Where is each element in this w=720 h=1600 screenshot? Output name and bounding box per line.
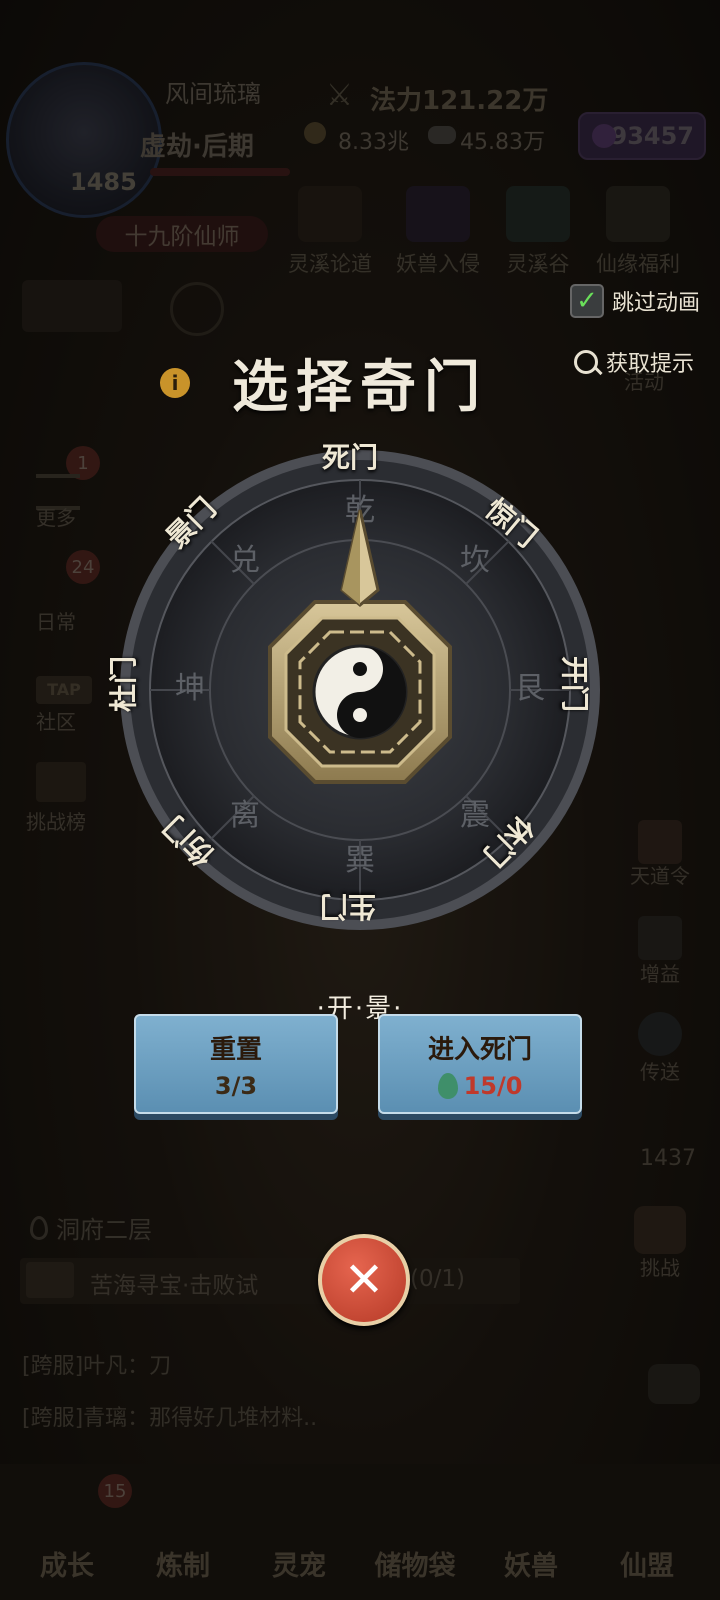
trigram-label: 坤	[175, 671, 205, 706]
close-button[interactable]: ✕	[318, 1234, 410, 1326]
trigram-label: 离	[230, 798, 260, 833]
gate-life[interactable]: 生门	[320, 888, 376, 928]
magnifier-icon	[574, 350, 603, 376]
trigram-label: 巽	[345, 843, 375, 878]
enter-gate-button[interactable]: 进入死门 15/0	[378, 1014, 582, 1114]
checkbox-check-icon[interactable]: ✓	[570, 284, 604, 318]
enter-cost: 15/0	[463, 1071, 523, 1100]
gate-death[interactable]: 死门	[322, 436, 378, 476]
enter-gate-label: 进入死门	[427, 1034, 532, 1065]
trigram-label: 艮	[515, 671, 545, 706]
gate-block[interactable]: 杜门	[102, 656, 142, 712]
get-hint-label: 获取提示	[606, 352, 695, 377]
spirit-flame-icon	[437, 1072, 458, 1099]
reset-button[interactable]: 重置 3/3	[134, 1014, 338, 1114]
reset-count: 3/3	[214, 1071, 258, 1100]
skip-animation-toggle[interactable]: ✓ 跳过动画	[570, 284, 700, 318]
trigram-label: 震	[460, 798, 490, 833]
trigram-label: 兑	[230, 543, 260, 578]
yin-yang-icon	[312, 644, 408, 740]
reset-label: 重置	[209, 1034, 262, 1065]
trigram-label: 坎	[460, 543, 490, 578]
skip-animation-label: 跳过动画	[612, 291, 701, 316]
gate-open[interactable]: 开门	[556, 656, 596, 712]
close-icon: ✕	[343, 1252, 385, 1308]
get-hint-button[interactable]: 获取提示	[574, 346, 694, 378]
current-path: ·开·景·	[316, 994, 404, 1024]
